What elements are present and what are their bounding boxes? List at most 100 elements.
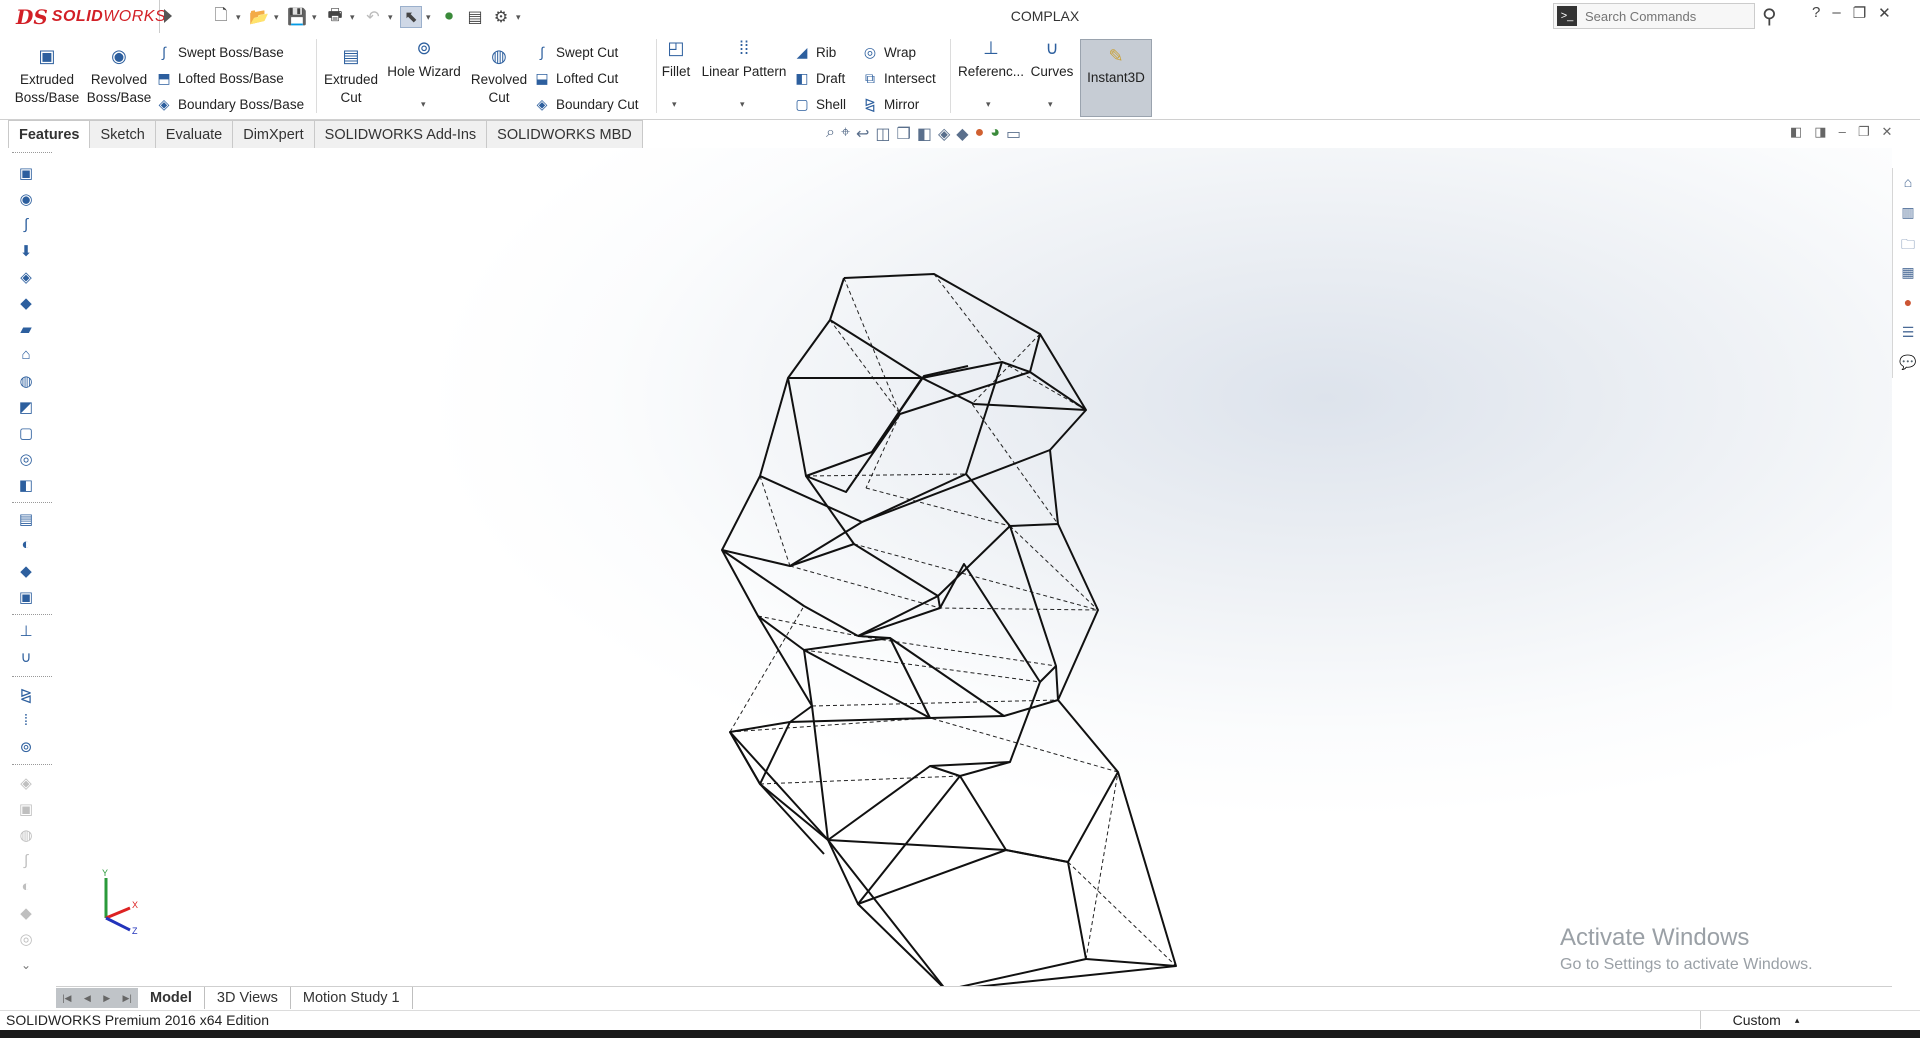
instant3d-button[interactable]: ✎ Instant3D [1080,39,1152,117]
tab-sketch[interactable]: Sketch [90,120,156,149]
boundary-boss-button[interactable]: ◈ Boundary Boss/Base [156,96,304,113]
revolved-cut-button[interactable]: ◍ Revolved Cut [468,47,530,107]
cut-extrude-tool-icon[interactable]: ▤ [16,510,36,530]
print-dropdown-icon[interactable]: ▾ [350,12,358,23]
lofted-boss-tool-icon[interactable]: ⬇ [16,242,36,262]
tab-evaluate[interactable]: Evaluate [155,120,234,149]
display-style-icon[interactable]: ◈ [938,124,950,144]
thicken-tool-icon[interactable]: ◆ [16,294,36,314]
new-document-icon[interactable]: 🗋 [210,6,232,28]
boundary-cut-button[interactable]: ◈ Boundary Cut [534,96,639,113]
select-pointer-icon[interactable]: ⬉ [400,6,422,28]
chamfer-tool-icon[interactable]: ◩ [16,398,36,418]
undo-dropdown-icon[interactable]: ▾ [388,12,396,23]
viewport-close-icon[interactable]: ✕ [1881,124,1892,140]
undo-icon[interactable]: ↶ [362,6,384,28]
prev-tab-icon[interactable]: ◀ [84,993,91,1004]
shell-tool-icon[interactable]: ▢ [16,424,36,444]
wrap-tool-icon[interactable]: ◎ [16,450,36,470]
tab-dimxpert[interactable]: DimXpert [233,120,315,149]
view-settings-icon[interactable]: ▭ [1006,124,1021,144]
hole-tool-icon[interactable]: ⊚ [16,738,36,758]
view-palette-icon[interactable]: ▦ [1897,264,1919,286]
first-tab-icon[interactable]: |◀ [62,993,71,1004]
appearances-icon[interactable]: ● [1897,294,1919,316]
options-gear-icon[interactable]: ⚙ [490,6,512,28]
fillet-tool-icon[interactable]: ◍ [16,372,36,392]
reference-tool-icon[interactable]: ⊥ [16,622,36,642]
previous-view-icon[interactable]: ↩ [856,124,869,144]
hole-wizard-dropdown-icon[interactable]: ▾ [421,99,426,110]
menu-expand-arrow-icon[interactable] [164,9,172,23]
mirror-tool-icon[interactable]: ⧎ [16,686,36,706]
apply-scene-icon[interactable]: ◕ [990,124,1000,144]
zoom-to-fit-icon[interactable]: ⌕ [826,124,835,144]
cut-revolve-tool-icon[interactable]: ◐ [16,536,36,556]
toolbar-expand-chevron-icon[interactable]: ⌄ [16,958,36,978]
tab-solidworks-mbd[interactable]: SOLIDWORKS MBD [487,120,643,149]
save-icon[interactable]: 💾 [286,6,308,28]
custom-properties-icon[interactable]: ☰ [1897,324,1919,346]
curves-tool-icon[interactable]: ∪ [16,648,36,668]
reference-dropdown-icon[interactable]: ▾ [986,99,991,110]
graphics-viewport[interactable]: Activate Windows Go to Settings to activ… [56,148,1892,986]
linear-pattern-button[interactable]: ⁞⁞ Linear Pattern [698,39,790,81]
dome-tool-icon[interactable]: ⌂ [16,346,36,366]
cut-sweep-tool-icon[interactable]: ◆ [16,562,36,582]
viewport-restore-icon[interactable]: ❐ [1858,124,1870,140]
fillet-button[interactable]: ◰ Fillet [660,39,692,81]
file-explorer-icon[interactable]: 🗀 [1897,234,1919,256]
minimize-icon[interactable]: – [1832,4,1840,22]
zoom-to-area-icon[interactable]: ⌖ [841,124,850,144]
wrap-button[interactable]: ◎ Wrap [862,44,916,61]
revolved-boss-button[interactable]: ◉ Revolved Boss/Base [86,47,152,107]
viewport-tile-right-icon[interactable]: ◨ [1814,124,1826,140]
revolved-boss-tool-icon[interactable]: ◉ [16,190,36,210]
extruded-cut-button[interactable]: ▤ Extruded Cut [320,47,382,107]
tab-features[interactable]: Features [8,120,91,149]
section-view-icon[interactable]: ◫ [875,124,890,144]
search-commands-input[interactable] [1583,7,1747,25]
open-folder-icon[interactable]: 📂 [248,6,270,28]
close-icon[interactable]: ✕ [1878,4,1891,22]
cut-loft-tool-icon[interactable]: ▣ [16,588,36,608]
view-orientation-icon[interactable]: ◧ [917,124,932,144]
pattern-tool-icon[interactable]: ⁞ [16,712,36,732]
linear-pattern-dropdown-icon[interactable]: ▾ [740,99,745,110]
next-tab-icon[interactable]: ▶ [103,993,110,1004]
search-commands-box[interactable]: >_ [1553,3,1755,29]
forum-icon[interactable]: 💬 [1897,354,1919,376]
unit-system-selector[interactable]: Custom ▴ [1700,1011,1831,1029]
plane-tool-icon[interactable]: ▰ [16,320,36,340]
swept-cut-button[interactable]: ∫ Swept Cut [534,44,618,60]
file-properties-icon[interactable]: ▤ [464,6,486,28]
hide-show-items-icon[interactable]: ◆ [956,124,968,144]
select-dropdown-icon[interactable]: ▾ [426,12,434,23]
viewport-minimize-icon[interactable]: – [1839,124,1846,140]
extruded-boss-button[interactable]: ▣ Extruded Boss/Base [14,47,80,107]
extruded-boss-tool-icon[interactable]: ▣ [16,164,36,184]
rebuild-traffic-light-icon[interactable]: ⏺ [438,6,460,28]
solidworks-logo[interactable]: DS SOLIDWORKS [6,0,166,33]
tab-3d-views[interactable]: 3D Views [205,987,291,1009]
options-dropdown-icon[interactable]: ▾ [516,12,524,23]
home-icon[interactable]: ⌂ [1897,174,1919,196]
rib-button[interactable]: ◢ Rib [794,44,837,61]
shell-button[interactable]: ▢ Shell [794,96,846,113]
help-icon[interactable]: ? [1812,4,1820,22]
open-dropdown-icon[interactable]: ▾ [274,12,282,23]
curves-dropdown-icon[interactable]: ▾ [1048,99,1053,110]
draft-button[interactable]: ◧ Draft [794,70,845,87]
intersect-button[interactable]: ⧉ Intersect [862,70,936,87]
lofted-boss-button[interactable]: ⬒ Lofted Boss/Base [156,70,283,87]
draft-tool-icon[interactable]: ◧ [16,476,36,496]
tab-motion-study-1[interactable]: Motion Study 1 [291,987,413,1009]
new-dropdown-icon[interactable]: ▾ [236,12,244,23]
viewport-tile-left-icon[interactable]: ◧ [1790,124,1802,140]
search-icon[interactable]: ⚲ [1762,4,1777,29]
swept-boss-tool-icon[interactable]: ∫ [16,216,36,236]
print-icon[interactable]: 🖶 [324,6,346,28]
edit-appearance-icon[interactable]: ● [975,124,985,144]
save-dropdown-icon[interactable]: ▾ [312,12,320,23]
hole-wizard-button[interactable]: ⊚ Hole Wizard [384,39,464,81]
